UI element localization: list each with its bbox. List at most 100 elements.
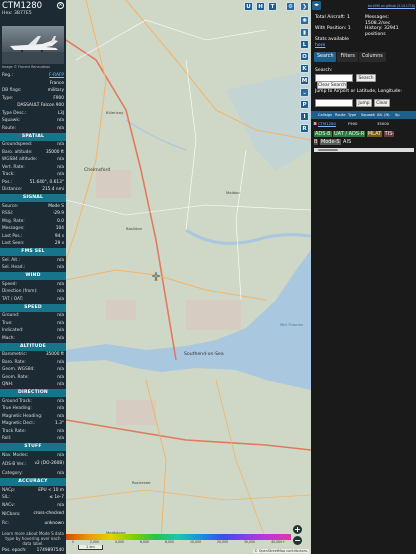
map-button-t[interactable]: T — [268, 2, 277, 11]
map-button-h[interactable]: H — [256, 2, 265, 11]
section-direction[interactable]: DIRECTION — [0, 389, 66, 397]
field-label: NICbaro: — [2, 512, 21, 517]
jump-button[interactable]: Jump — [356, 99, 372, 107]
clear-search-button[interactable]: Clear Search — [317, 81, 347, 89]
field-value: ≤ 1e-7 — [49, 495, 64, 501]
map-attribution[interactable]: © OpenStreetMap contributors. — [253, 549, 309, 553]
aircraft-photo[interactable] — [2, 26, 64, 64]
altitude-rows-item: Baro. Rate: n/a — [0, 359, 66, 367]
section-speed[interactable]: SPEED — [0, 303, 66, 312]
map-button-m[interactable]: M — [300, 76, 309, 85]
chevron-down-icon[interactable]: ⌄ — [300, 88, 309, 97]
scrollbar-thumb[interactable] — [318, 148, 338, 152]
field-value: n/a — [57, 413, 64, 419]
field-value: 104 — [55, 226, 64, 232]
field-value[interactable]: F-RAFP — [49, 73, 64, 78]
section-altitude[interactable]: ALTITUDE — [0, 342, 66, 351]
altitude-tick: 10,000 — [189, 540, 202, 544]
layers-icon[interactable]: ❯ — [300, 2, 309, 11]
field-value: EPU < 10 m — [38, 487, 64, 493]
info-rows: Reg.: F-RAFP France DB flags: military Type: F… — [0, 72, 66, 549]
section-accuracy[interactable]: ACCURACY — [0, 478, 66, 486]
section-fms-sel[interactable]: FMS SEL — [0, 248, 66, 256]
map-sidebar-icon[interactable]: ▮ — [300, 28, 309, 37]
altitude-tick: 0 — [72, 540, 75, 544]
total-aircraft-label: Total Aircraft: — [315, 15, 346, 20]
map-button-l[interactable]: L — [300, 40, 309, 49]
map-scale: 2 km — [78, 545, 103, 550]
map-button-i[interactable]: I — [300, 112, 309, 121]
version-link[interactable]: tar1090 on github (3.14.1716) — [368, 4, 415, 8]
sidebar-header: CTM1280 Hex: 3B77E5 × — [0, 0, 66, 18]
close-icon[interactable]: × — [57, 2, 64, 9]
map-button-k[interactable]: K — [300, 64, 309, 73]
field-label: Last Seen: — [2, 241, 25, 247]
column-header[interactable]: Squawk — [359, 111, 375, 119]
column-header[interactable]: Type — [346, 111, 359, 119]
field-value: n/a — [57, 502, 64, 508]
map-button-u[interactable]: U — [244, 2, 253, 11]
field-value: n/a — [57, 289, 64, 295]
aircraft-info-sidebar: CTM1280 Hex: 3B77E5 × Image © Florent Re… — [0, 0, 66, 554]
row-squawk — [359, 120, 375, 128]
field-value: cross-checked — [33, 511, 65, 517]
stats-here-link[interactable]: here — [315, 43, 325, 48]
callsign-title: CTM1280 — [2, 1, 43, 11]
hex-value: 3B77E5 — [13, 11, 32, 16]
field-value: n/a — [57, 374, 64, 380]
field-label: Squawk: — [2, 118, 21, 124]
table-header: Callsign Route Type Squawk Alt. (ft) Sp — [311, 111, 416, 119]
table-row[interactable]: CTM1280 F900 35000 — [311, 120, 416, 128]
field-label: Sel. Head.: — [2, 265, 26, 271]
row-route — [333, 120, 346, 128]
field-label: Baro. altitude: — [2, 149, 33, 155]
column-header[interactable]: Alt. (ft) — [375, 111, 393, 119]
map-button-r[interactable]: R — [300, 124, 309, 133]
section-stuff[interactable]: STUFF — [0, 443, 66, 451]
map-view[interactable]: Chelmsford Southend-on-Sea Mid Thames Roche… — [66, 0, 311, 554]
pos-epoch-label: Pos. epoch: — [2, 547, 27, 553]
map-place-label: Basildon — [126, 226, 143, 231]
table-scrollbar[interactable] — [314, 148, 414, 152]
wind-rows-item: Direction (from): n/a — [0, 288, 66, 296]
map-toggle-icon[interactable]: ✺ — [300, 16, 309, 25]
total-aircraft-value: 1 — [346, 15, 350, 20]
section-signal[interactable]: SIGNAL — [0, 194, 66, 202]
field-label: Magnetic Decl.: — [2, 421, 36, 427]
map-canvas[interactable] — [66, 0, 311, 554]
column-header[interactable]: Sp — [393, 111, 403, 119]
hex-label: Hex: — [2, 11, 13, 16]
map-button-o[interactable]: O — [300, 52, 309, 61]
settings-gear-icon[interactable]: ⚙ — [286, 2, 295, 11]
field-label: Rc: — [2, 521, 9, 527]
map-button-p[interactable]: P — [300, 100, 309, 109]
stats-block: Total Aircraft: 1 Messages: 1508.2/sec Wi… — [315, 15, 415, 48]
section-wind[interactable]: WIND — [0, 272, 66, 280]
clear-button[interactable]: Clear — [374, 99, 390, 107]
tab-columns[interactable]: Columns — [358, 52, 386, 62]
map-place-label: Southend-on-Sea — [184, 352, 224, 357]
jump-input[interactable] — [315, 99, 353, 107]
field-label: Barometric: — [2, 352, 28, 358]
field-label: Msg. Rate: — [2, 218, 25, 224]
zoom-in-button[interactable]: + — [293, 525, 302, 534]
fms-rows-item: Sel. Head.: n/a — [0, 264, 66, 272]
field-label: Roll: — [2, 436, 12, 442]
row-type: F900 — [348, 121, 358, 126]
column-header[interactable]: Callsign — [316, 111, 333, 119]
field-label: Indicated: — [2, 328, 24, 334]
tab-search[interactable]: Search — [314, 52, 337, 62]
wind-rows-item: TAT / OAT: n/a — [0, 296, 66, 304]
speed-rows-item: Mach: n/a — [0, 335, 66, 343]
section-spatial[interactable]: SPATIAL — [0, 132, 66, 141]
field-label: True: — [2, 320, 13, 326]
tab-filters[interactable]: Filters — [337, 52, 358, 62]
speed-rows-item: Indicated: n/a — [0, 327, 66, 335]
altitude-tick: 30,000 — [244, 540, 256, 544]
column-header[interactable]: Route — [333, 111, 346, 119]
search-button[interactable]: Search — [356, 74, 376, 82]
field-value: n/a — [57, 436, 64, 442]
collapse-panel-icon[interactable]: ◂▸ — [312, 1, 321, 10]
field-label: DB flags: — [2, 88, 22, 94]
zoom-out-button[interactable]: − — [293, 536, 302, 545]
